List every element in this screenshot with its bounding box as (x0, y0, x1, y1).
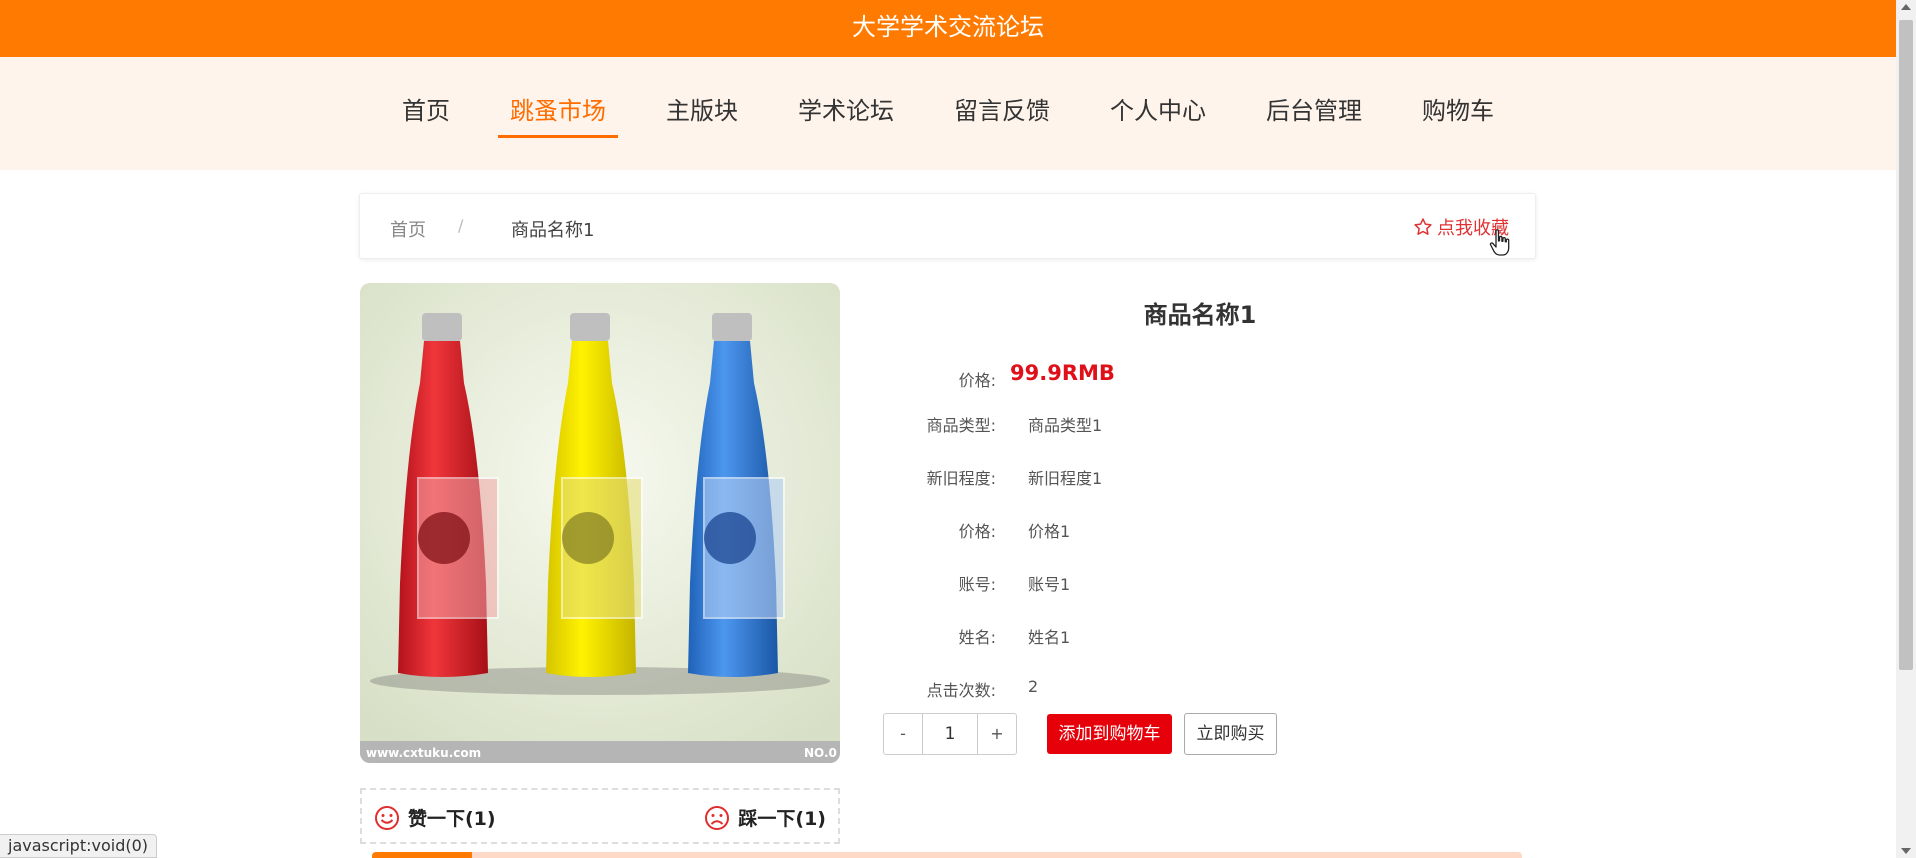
nav-item-main-section[interactable]: 主版块 (654, 93, 750, 138)
quantity-input[interactable]: 1 (922, 714, 978, 754)
section-bar-accent (372, 852, 472, 858)
buy-now-button[interactable]: 立即购买 (1184, 713, 1277, 755)
detail-row: 账号: 账号1 (880, 567, 1520, 597)
site-header: 大学学术交流论坛 (0, 0, 1896, 57)
dislike-label: 踩一下(1) (738, 808, 826, 830)
hand-pointer-cursor-icon (1489, 229, 1510, 256)
nav-item-admin[interactable]: 后台管理 (1254, 93, 1374, 138)
detail-row: 新旧程度: 新旧程度1 (880, 461, 1520, 491)
dislike-button[interactable]: 踩一下(1) (704, 804, 826, 831)
scroll-down-arrow-icon[interactable] (1901, 848, 1911, 854)
nav-item-feedback[interactable]: 留言反馈 (942, 93, 1062, 138)
detail-value: 账号1 (1028, 575, 1071, 594)
detail-value: 2 (1028, 677, 1039, 696)
nav-item-flea-market[interactable]: 跳蚤市场 (498, 93, 618, 138)
site-title: 大学学术交流论坛 (852, 13, 1044, 41)
breadcrumb: 首页 / 商品名称1 点我收藏 (359, 193, 1536, 259)
like-label: 赞一下(1) (408, 808, 496, 830)
image-watermark-right: NO.0 (804, 746, 837, 760)
star-outline-icon (1414, 218, 1432, 235)
quantity-increment-button[interactable]: + (978, 714, 1016, 754)
frown-icon (705, 805, 730, 830)
breadcrumb-home-link[interactable]: 首页 (390, 216, 426, 242)
section-bar (372, 852, 1522, 858)
detail-row: 姓名: 姓名1 (880, 620, 1520, 650)
nav-item-cart[interactable]: 购物车 (1410, 93, 1506, 138)
detail-row: 价格: 价格1 (880, 514, 1520, 544)
like-button[interactable]: 赞一下(1) (374, 804, 496, 831)
image-watermark-left: www.cxtuku.com (366, 746, 481, 760)
nav-item-profile[interactable]: 个人中心 (1098, 93, 1218, 138)
product-name: 商品名称1 (1143, 301, 1257, 329)
detail-row: 商品类型: 商品类型1 (880, 408, 1520, 438)
detail-value: 姓名1 (1028, 628, 1071, 647)
price-value: 99.9RMB (1010, 361, 1115, 385)
browser-status-bar: javascript:void(0) (0, 834, 158, 858)
detail-label: 账号: (958, 575, 996, 594)
vertical-scrollbar[interactable] (1896, 0, 1916, 858)
price-row: 价格: 99.9RMB (880, 361, 1520, 393)
nav-item-home[interactable]: 首页 (390, 93, 462, 138)
detail-value: 价格1 (1028, 522, 1071, 541)
detail-value: 商品类型1 (1028, 416, 1103, 435)
detail-label: 商品类型: (926, 416, 996, 435)
smile-icon (375, 805, 399, 830)
product-image[interactable]: www.cxtuku.com NO.0 (360, 283, 840, 763)
breadcrumb-current: 商品名称1 (511, 220, 595, 241)
breadcrumb-separator: / (458, 216, 464, 235)
product-bottles-illustration: www.cxtuku.com NO.0 (360, 283, 840, 763)
scroll-up-arrow-icon[interactable] (1901, 4, 1911, 10)
detail-row: 点击次数: 2 (880, 673, 1520, 703)
price-label: 价格: (958, 371, 996, 390)
detail-label: 点击次数: (926, 681, 996, 700)
detail-label: 新旧程度: (926, 469, 996, 488)
detail-label: 价格: (958, 522, 996, 541)
detail-label: 姓名: (958, 628, 996, 647)
main-nav: 首页 跳蚤市场 主版块 学术论坛 留言反馈 个人中心 后台管理 购物车 (0, 57, 1896, 170)
add-to-cart-button[interactable]: 添加到购物车 (1047, 714, 1172, 754)
detail-value: 新旧程度1 (1028, 469, 1103, 488)
vote-panel: 赞一下(1) 踩一下(1) (360, 788, 840, 844)
quantity-stepper: - 1 + (883, 713, 1017, 755)
quantity-decrement-button[interactable]: - (884, 714, 922, 754)
scroll-thumb[interactable] (1899, 20, 1913, 670)
nav-item-academic-forum[interactable]: 学术论坛 (786, 93, 906, 138)
